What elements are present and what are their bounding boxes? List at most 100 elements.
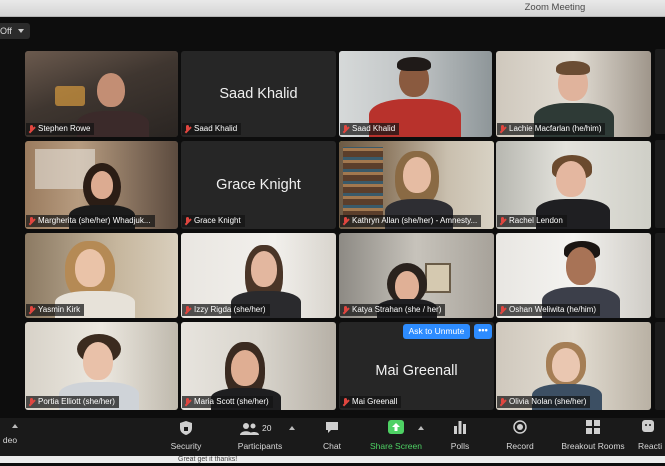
participant-display-name: Saad Khalid xyxy=(219,86,298,102)
participant-face xyxy=(231,350,259,386)
participant-tile[interactable]: Oshan Weliwita (he/him) xyxy=(496,233,651,318)
participant-name-label: Yasmin Kirk xyxy=(26,304,85,316)
participant-tile[interactable]: Saad Khalid xyxy=(339,51,492,137)
participant-name-label: Portia Elliott (she/her) xyxy=(26,396,119,408)
offscreen-tile xyxy=(655,49,665,134)
reactions-label: Reacti xyxy=(638,441,663,451)
reactions-button[interactable]: Reacti xyxy=(638,420,665,454)
participant-tile[interactable]: Izzy Rigda (she/her) xyxy=(181,233,336,318)
mic-muted-icon xyxy=(342,216,349,226)
chevron-up-icon[interactable] xyxy=(12,424,18,428)
chevron-up-icon[interactable] xyxy=(418,426,424,430)
meeting-toolbar: deo Security 20 Participants Chat Share … xyxy=(0,418,665,456)
participant-name-label: Kathryn Allan (she/her) - Amnesty... xyxy=(340,215,482,227)
participant-tile[interactable]: Rachel Lendon xyxy=(496,141,651,229)
chevron-down-icon xyxy=(17,29,24,33)
participant-tile[interactable]: Portia Elliott (she/her) xyxy=(25,322,178,410)
participants-button[interactable]: 20 Participants xyxy=(226,420,294,454)
security-button[interactable]: Security xyxy=(160,420,212,454)
participant-tile[interactable]: Yasmin Kirk xyxy=(25,233,178,318)
offscreen-tile xyxy=(655,140,665,228)
window-title: Zoom Meeting xyxy=(524,2,586,13)
offscreen-tile xyxy=(655,322,665,410)
lamp-light xyxy=(55,86,85,106)
participant-name: Saad Khalid xyxy=(352,124,396,133)
reactions-icon xyxy=(642,420,656,438)
share-screen-icon xyxy=(388,420,404,438)
participant-face xyxy=(83,342,113,380)
mic-muted-icon xyxy=(28,124,35,134)
polls-icon xyxy=(453,420,467,438)
picture-frame xyxy=(425,263,451,293)
participant-tile[interactable]: Katya Strahan (she / her) xyxy=(339,233,494,318)
view-options-button[interactable]: Off xyxy=(0,23,30,39)
participant-name: Yasmin Kirk xyxy=(38,305,81,314)
mic-muted-icon xyxy=(184,216,191,226)
participant-name: Grace Knight xyxy=(194,216,241,225)
participant-tile[interactable]: Maria Scott (she/her) xyxy=(181,322,336,410)
participant-tile[interactable]: Margherita (she/her) Whadjuk... xyxy=(25,141,178,229)
background-window-strip: Great get it thanks! xyxy=(0,456,665,463)
mic-muted-icon xyxy=(28,397,35,407)
participant-name: Rachel Lendon xyxy=(509,216,563,225)
participant-face xyxy=(91,171,113,199)
chat-message-fragment: Great get it thanks! xyxy=(178,456,238,463)
participant-name-label: Rachel Lendon xyxy=(497,215,567,227)
participant-name-label: Olivia Nolan (she/her) xyxy=(497,396,591,408)
participants-icon-group: 20 xyxy=(240,420,280,438)
participant-name: Olivia Nolan (she/her) xyxy=(509,397,587,406)
participant-name: Izzy Rigda (she/her) xyxy=(194,305,266,314)
mic-muted-icon xyxy=(342,305,349,315)
participant-tile[interactable]: Lachie Macfarlan (he/him) xyxy=(496,51,651,137)
participant-tile-active-speaker[interactable]: Kathryn Allan (she/her) - Amnesty... xyxy=(339,141,494,229)
record-button[interactable]: Record xyxy=(500,420,540,454)
breakout-rooms-icon xyxy=(586,420,600,438)
participant-face xyxy=(556,161,586,197)
participant-hair xyxy=(397,57,431,71)
mic-muted-icon xyxy=(184,397,191,407)
polls-label: Polls xyxy=(450,441,470,451)
mic-muted-icon xyxy=(499,305,506,315)
bookshelf xyxy=(343,147,383,217)
participant-name: Margherita (she/her) Whadjuk... xyxy=(38,216,151,225)
window-titlebar: Zoom Meeting xyxy=(0,0,665,17)
polls-button[interactable]: Polls xyxy=(444,420,476,454)
share-screen-label: Share Screen xyxy=(370,441,422,451)
participant-display-name: Mai Greenall xyxy=(375,363,458,380)
participant-name-label: Lachie Macfarlan (he/him) xyxy=(497,123,606,135)
more-options-button[interactable]: ••• xyxy=(474,324,492,339)
participant-name-label: Stephen Rowe xyxy=(26,123,95,135)
participant-name-label: Saad Khalid xyxy=(182,123,242,135)
participant-face xyxy=(395,271,419,301)
mic-muted-icon xyxy=(499,216,506,226)
participant-name: Oshan Weliwita (he/him) xyxy=(509,305,596,314)
participant-tile[interactable]: Stephen Rowe xyxy=(25,51,178,137)
breakout-rooms-button[interactable]: Breakout Rooms xyxy=(556,420,630,454)
participant-face xyxy=(403,157,431,193)
record-icon xyxy=(513,420,527,438)
participant-name-label: Mai Greenall xyxy=(340,396,402,408)
participant-name-label: Katya Strahan (she / her) xyxy=(340,304,446,316)
participant-name: Stephen Rowe xyxy=(38,124,91,133)
mic-muted-icon xyxy=(342,124,349,134)
offscreen-tile xyxy=(655,233,665,318)
mic-muted-icon xyxy=(28,305,35,315)
participant-name: Portia Elliott (she/her) xyxy=(38,397,115,406)
participant-tile[interactable]: Olivia Nolan (she/her) xyxy=(496,322,651,410)
mic-muted-icon xyxy=(28,216,35,226)
participant-name: Katya Strahan (she / her) xyxy=(352,305,442,314)
participant-face xyxy=(552,348,580,382)
ask-to-unmute-button[interactable]: Ask to Unmute xyxy=(403,324,470,339)
participant-name-label: Izzy Rigda (she/her) xyxy=(182,304,270,316)
participant-name-label: Oshan Weliwita (he/him) xyxy=(497,304,600,316)
chat-icon xyxy=(325,420,339,438)
participant-name: Kathryn Allan (she/her) - Amnesty... xyxy=(352,216,478,225)
chat-button[interactable]: Chat xyxy=(314,420,350,454)
record-label: Record xyxy=(506,441,534,451)
participant-tile[interactable]: Saad Khalid Saad Khalid xyxy=(181,51,336,137)
participant-name: Saad Khalid xyxy=(194,124,238,133)
shield-icon xyxy=(179,420,193,438)
chevron-up-icon[interactable] xyxy=(289,426,295,430)
participant-name-label: Maria Scott (she/her) xyxy=(182,396,273,408)
participant-tile[interactable]: Grace Knight Grace Knight xyxy=(181,141,336,229)
